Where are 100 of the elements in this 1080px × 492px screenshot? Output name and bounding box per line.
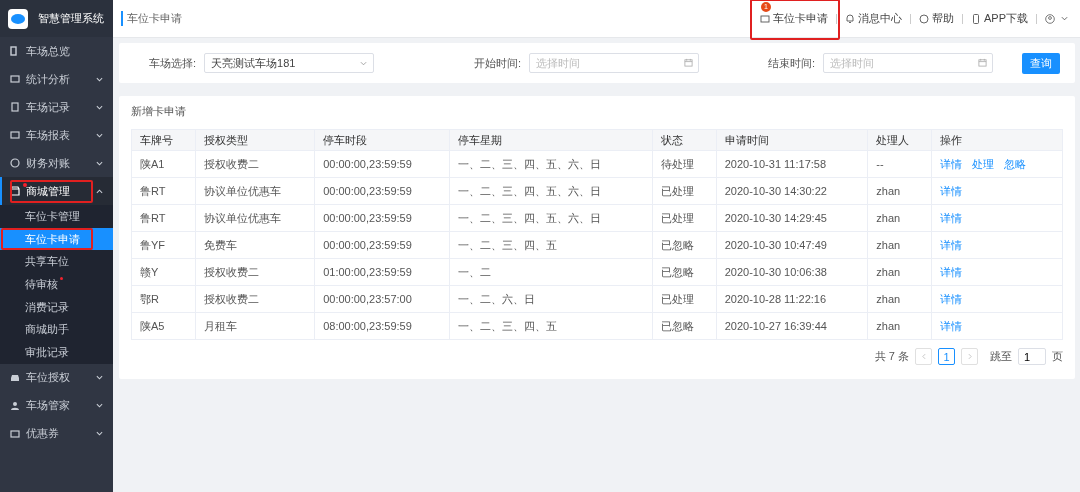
table-cell: 2020-10-30 10:47:49 [716, 231, 868, 259]
phone-icon [971, 13, 981, 24]
parking-lot-select[interactable]: 天亮测试车场181 [204, 53, 375, 73]
chevron-icon [96, 431, 103, 437]
submenu-label: 审批记录 [25, 346, 69, 359]
column-header: 停车时段 [314, 129, 450, 151]
table-cell: zhan [867, 258, 932, 286]
header-link[interactable]: 车位卡申请 [760, 11, 828, 26]
table-cell: 2020-10-30 14:30:22 [716, 177, 868, 205]
chevron-icon [96, 104, 103, 110]
table-cell: 一、二、三、四、五、六、日 [449, 204, 653, 232]
menu-item[interactable]: 财务对账 [0, 149, 113, 177]
envelope-icon [760, 13, 770, 24]
app-title: 智慧管理系统 [38, 11, 104, 26]
submenu-label: 车位卡管理 [25, 210, 80, 222]
table-cell: 已忽略 [652, 312, 717, 340]
filter-label: 结束时间: [767, 55, 815, 71]
table-cell: 2020-10-30 10:06:38 [716, 258, 868, 286]
table-cell: 已处理 [652, 285, 717, 313]
column-header: 停车星期 [449, 129, 653, 151]
table-cell: 陕A1 [131, 150, 196, 178]
menu-item[interactable]: 优惠券 [0, 419, 113, 448]
caret-icon [360, 60, 368, 66]
submenu-item[interactable]: 待审核 [0, 273, 113, 296]
menu-label: 统计分析 [26, 71, 70, 87]
menu-label: 车位授权 [26, 370, 70, 386]
table-cell: 00:00:00,23:57:00 [314, 285, 450, 313]
breadcrumb: 车位卡申请 [121, 11, 760, 26]
submenu-item[interactable]: 共享车位 [0, 250, 113, 274]
column-header: 授权类型 [195, 129, 315, 151]
table-cell: 待处理 [652, 150, 717, 178]
table-cell: 00:00:00,23:59:59 [314, 204, 450, 232]
submenu-item[interactable]: 商城助手 [0, 318, 113, 342]
table-cell: 00:00:00,23:59:59 [314, 177, 450, 205]
table-cell: 已忽略 [652, 258, 717, 286]
table-cell: 一、二、三、四、五、六、日 [449, 150, 653, 178]
table-cell: zhan [867, 204, 932, 232]
table-cell: 陕A5 [131, 312, 196, 340]
date-field[interactable]: 选择时间 [823, 53, 993, 73]
submenu-label: 消费记录 [25, 300, 69, 313]
table-cell: 授权收费二 [195, 285, 315, 313]
table-cell: 一、二、六、日 [449, 285, 653, 313]
header-link[interactable]: 消息中心 [845, 11, 902, 26]
menu-label: 车场报表 [26, 127, 70, 143]
table-cell: 08:00:00,23:59:59 [314, 312, 450, 340]
table-cell: 鲁YF [131, 231, 196, 259]
column-header: 车牌号 [131, 129, 196, 151]
menu-item[interactable]: 统计分析 [0, 65, 113, 93]
menu-item[interactable]: 车场记录 [0, 93, 113, 121]
submenu-label: 待审核 [25, 278, 58, 291]
coin-icon [10, 158, 20, 168]
table-cell: 2020-10-31 11:17:58 [716, 150, 868, 178]
submenu-label: 共享车位 [25, 255, 69, 268]
page-suffix: 页 [1052, 349, 1063, 364]
table-cell: 鄂R [131, 285, 196, 313]
table-cell: 授权收费二 [195, 150, 315, 178]
menu-item[interactable]: 车场总览 [0, 37, 113, 65]
table-cell: 一、二、三、四、五 [449, 312, 653, 340]
logo-icon [8, 8, 28, 29]
submenu-label: 商城助手 [25, 323, 69, 336]
filter-label: 车场选择: [149, 55, 197, 71]
section-title: 新增卡申请 [131, 104, 187, 119]
table-cell: -- [867, 150, 932, 178]
menu-item[interactable]: 车场报表 [0, 121, 113, 149]
chevron-left-icon [921, 353, 926, 360]
table-cell: 一、二 [449, 258, 653, 286]
chevron-icon [96, 132, 103, 138]
table-cell: zhan [867, 231, 932, 259]
menu-label: 优惠券 [26, 426, 59, 442]
menu-label: 车场记录 [26, 99, 70, 115]
chevron-icon [96, 160, 103, 166]
menu-label: 商城管理 [26, 183, 70, 199]
page-input[interactable]: 1 [1018, 348, 1046, 365]
menu-item[interactable]: 商城管理 [0, 177, 113, 205]
user-icon[interactable] [1045, 13, 1055, 24]
chevron-icon [96, 188, 103, 194]
menu-item[interactable]: 车场管家 [0, 391, 113, 420]
calendar-icon [978, 58, 987, 67]
table-cell: zhan [867, 285, 932, 313]
menu-item[interactable]: 车位授权 [0, 363, 113, 392]
table-cell: 协议单位优惠车 [195, 177, 315, 205]
table-cell: 已处理 [652, 177, 717, 205]
filter-label: 开始时间: [473, 55, 521, 71]
submenu-item[interactable]: 消费记录 [0, 295, 113, 319]
table-cell: 月租车 [195, 312, 315, 340]
table-cell: 一、二、三、四、五 [449, 231, 653, 259]
table-cell: 2020-10-28 11:22:16 [716, 285, 868, 313]
total-count: 共 7 条 [874, 349, 909, 364]
document-icon [10, 102, 20, 112]
table-cell: 2020-10-27 16:39:44 [716, 312, 868, 340]
submenu-label: 车位卡申请 [25, 232, 80, 245]
submenu-item[interactable]: 审批记录 [0, 341, 113, 364]
table-cell: 授权收费二 [195, 258, 315, 286]
column-header: 状态 [652, 129, 717, 151]
submenu-item[interactable]: 车位卡管理 [0, 205, 113, 228]
header-link[interactable]: 帮助 [919, 11, 954, 26]
table-cell: 01:00:00,23:59:59 [314, 258, 450, 286]
header-link[interactable]: APP下载 [971, 11, 1028, 26]
date-field[interactable]: 选择时间 [529, 53, 699, 73]
caret-icon[interactable] [1061, 16, 1068, 21]
